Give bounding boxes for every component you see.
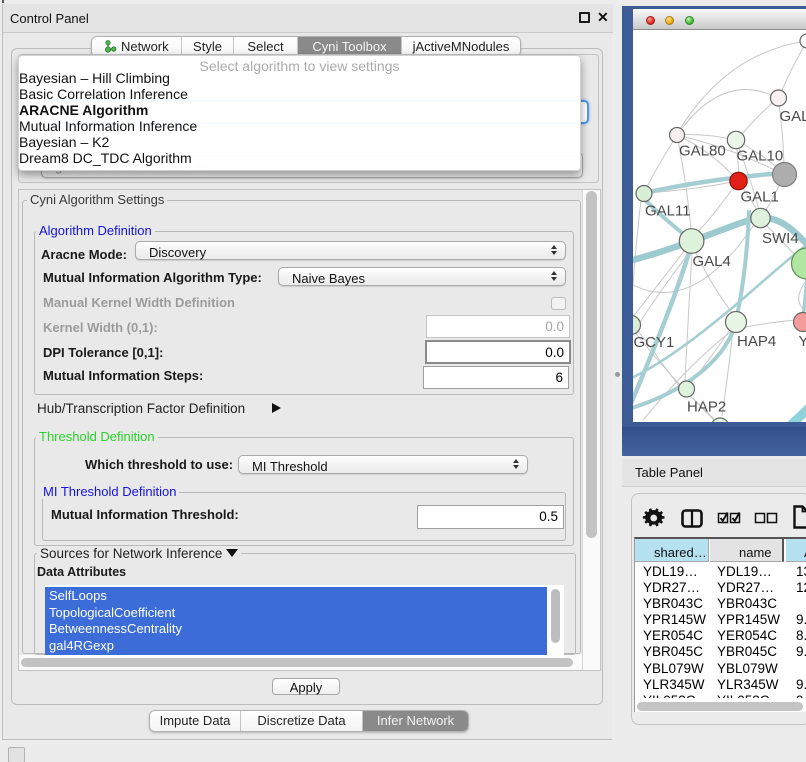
svg-text:GAL80: GAL80 — [679, 143, 726, 160]
svg-text:SWI4: SWI4 — [762, 230, 799, 247]
svg-text:GAL4: GAL4 — [693, 253, 731, 270]
svg-text:GAL11: GAL11 — [645, 203, 691, 220]
svg-text:YD: YD — [799, 333, 806, 350]
svg-text:HAP4: HAP4 — [737, 333, 776, 350]
svg-text:GCY1: GCY1 — [634, 334, 675, 351]
svg-text:HAP2: HAP2 — [687, 399, 726, 416]
svg-text:GAL1: GAL1 — [741, 189, 779, 206]
svg-text:GAL10: GAL10 — [737, 148, 784, 165]
svg-text:GAL7: GAL7 — [780, 108, 806, 125]
